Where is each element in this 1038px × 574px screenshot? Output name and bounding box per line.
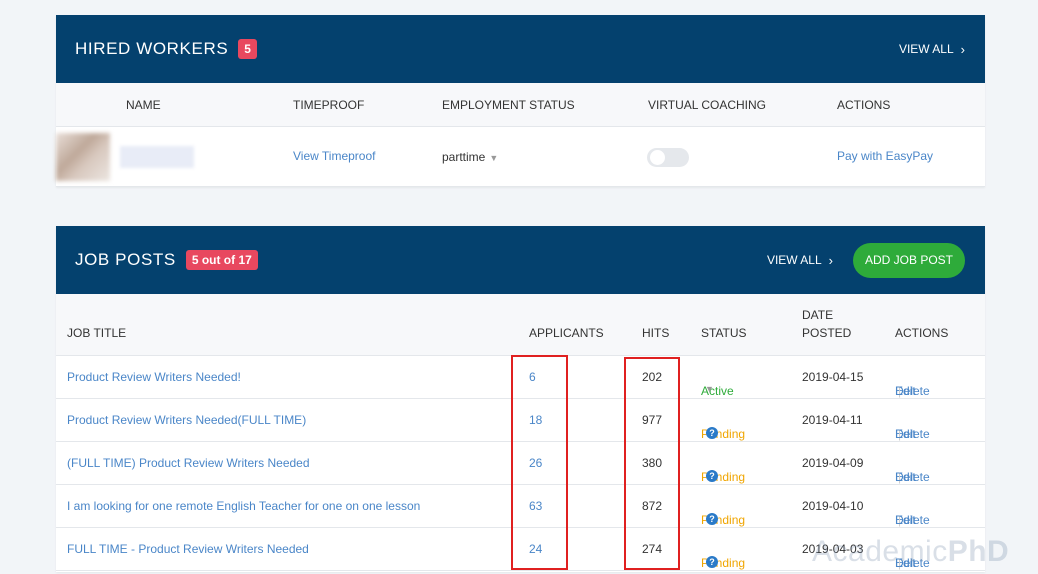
delete-link[interactable]: Delete: [895, 513, 930, 527]
help-icon[interactable]: ?: [706, 556, 718, 568]
date-posted: 2019-04-11: [802, 413, 863, 427]
view-all-label: VIEW ALL: [898, 42, 954, 56]
applicants-highlight-box: [511, 355, 568, 570]
watermark: AcademicPhD: [812, 535, 1009, 569]
avatar: [56, 133, 110, 181]
col-date-line1: DATE: [802, 308, 834, 322]
col-applicants: APPLICANTS: [529, 326, 604, 340]
delete-link[interactable]: Delete: [895, 470, 930, 484]
col-employment-status: EMPLOYMENT STATUS: [442, 98, 575, 112]
help-icon[interactable]: ?: [706, 513, 718, 525]
job-posts-table-header: JOB TITLE APPLICANTS HITS STATUS DATE PO…: [56, 294, 985, 356]
col-actions: ACTIONS: [895, 326, 949, 340]
job-title-link[interactable]: Product Review Writers Needed!: [67, 370, 241, 384]
worker-name-redacted: [120, 146, 194, 168]
job-posts-header: JOB POSTS 5 out of 17 VIEW ALL › ADD JOB…: [56, 226, 985, 294]
job-posts-view-all-link[interactable]: VIEW ALL ›: [767, 253, 833, 268]
help-icon[interactable]: ?: [706, 470, 718, 482]
col-hits: HITS: [642, 326, 670, 340]
watermark-part2: PhD: [947, 535, 1010, 568]
hired-workers-title: HIRED WORKERS: [75, 39, 229, 58]
pay-with-easypay-link[interactable]: Pay with EasyPay: [837, 149, 933, 163]
col-job-title: JOB TITLE: [67, 326, 127, 340]
job-title-link[interactable]: (FULL TIME) Product Review Writers Neede…: [67, 456, 310, 470]
job-title-link[interactable]: Product Review Writers Needed(FULL TIME): [67, 413, 306, 427]
caret-down-icon: ▼: [489, 153, 499, 163]
delete-link[interactable]: Delete: [895, 384, 930, 398]
hired-workers-panel: HIRED WORKERS 5 VIEW ALL › NAME TIMEPROO…: [56, 15, 985, 187]
chevron-right-icon: ›: [960, 41, 965, 57]
date-posted: 2019-04-10: [802, 499, 864, 513]
job-posts-title: JOB POSTS: [75, 250, 176, 269]
hired-workers-table-header: NAME TIMEPROOF EMPLOYMENT STATUS VIRTUAL…: [56, 83, 985, 127]
caret-down-icon: ▼: [705, 384, 714, 394]
hired-workers-count-badge: 5: [238, 39, 257, 59]
employment-status-select[interactable]: parttime ▼: [442, 150, 498, 164]
toggle-knob: [650, 150, 665, 165]
virtual-coaching-toggle[interactable]: [647, 148, 689, 167]
col-date-line2: POSTED: [802, 326, 852, 340]
col-name: NAME: [126, 98, 161, 112]
hired-workers-header: HIRED WORKERS 5 VIEW ALL ›: [56, 15, 985, 83]
table-row: View Timeproof parttime ▼ Pay with EasyPa…: [56, 127, 985, 187]
delete-link[interactable]: Delete: [895, 427, 930, 441]
date-posted: 2019-04-09: [802, 456, 864, 470]
job-title-link[interactable]: FULL TIME - Product Review Writers Neede…: [67, 542, 309, 556]
col-status: STATUS: [701, 326, 747, 340]
help-icon[interactable]: ?: [706, 427, 718, 439]
chevron-right-icon: ›: [828, 252, 833, 268]
employment-status-value: parttime: [442, 150, 486, 164]
view-timeproof-link[interactable]: View Timeproof: [293, 149, 375, 163]
hits-highlight-box: [624, 357, 680, 570]
col-timeproof: TIMEPROOF: [293, 98, 365, 112]
job-title-link[interactable]: I am looking for one remote English Teac…: [67, 499, 420, 513]
col-virtual-coaching: VIRTUAL COACHING: [648, 98, 767, 112]
add-job-post-button[interactable]: ADD JOB POST: [852, 242, 965, 278]
hired-workers-view-all-link[interactable]: VIEW ALL ›: [899, 42, 965, 57]
view-all-label: VIEW ALL: [766, 253, 822, 267]
job-posts-count-badge: 5 out of 17: [185, 250, 258, 270]
col-actions: ACTIONS: [837, 98, 891, 112]
watermark-part1: Academic: [812, 535, 948, 568]
date-posted: 2019-04-15: [802, 370, 864, 384]
